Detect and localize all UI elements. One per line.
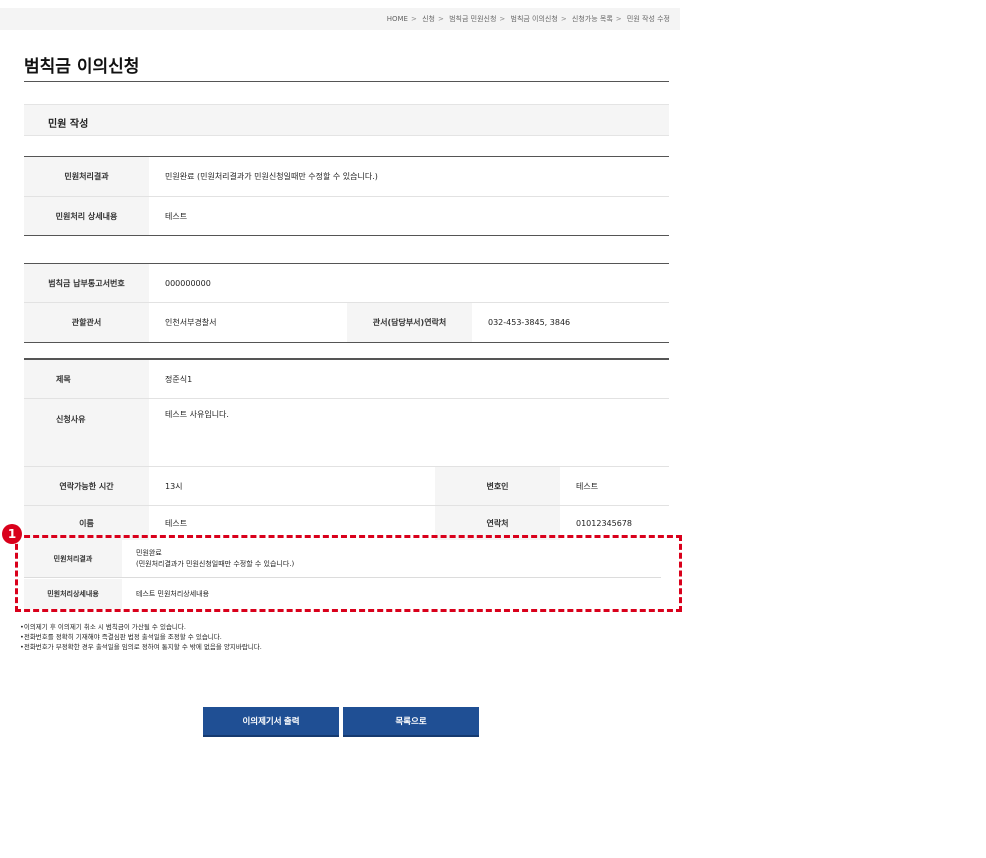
result-label: 민원처리결과 (24, 157, 149, 196)
reason-value: 테스트 사유입니다. (165, 410, 229, 419)
lawyer-label: 변호인 (435, 467, 560, 505)
lawyer-value: 테스트 (576, 481, 599, 491)
title-divider (24, 81, 669, 82)
result-value: 민원완료 (민원처리결과가 민원신청일때만 수정할 수 있습니다.) (165, 172, 378, 181)
contact-time-label: 연락가능한 시간 (24, 467, 149, 505)
breadcrumb-item[interactable]: 신청가능 목록 (572, 15, 613, 23)
office-value: 인천서부경찰서 (165, 318, 217, 327)
apply-table: 제목 정준식1 신청사유 테스트 사유입니다. 연락가능한 시간 13시 변호인… (24, 358, 669, 540)
list-item: •이의제기 후 이의제기 취소 시 범칙금이 가산될 수 있습니다. (20, 623, 186, 631)
notice-number-label: 범칙금 납부통고서번호 (24, 264, 149, 302)
office-label: 관할관서 (24, 303, 149, 342)
back-to-list-button[interactable]: 목록으로 (343, 707, 479, 737)
breadcrumb-item[interactable]: 범칙금 이의신청 (511, 15, 558, 23)
table-row: 제목 정준식1 (24, 360, 669, 399)
contact-value: 032-453-3845, 3846 (488, 318, 571, 327)
detail-label: 민원처리 상세내용 (24, 197, 149, 235)
list-item: •전화번호가 부정확한 경우 출석일을 임의로 정하여 통지할 수 밖에 없음을… (20, 643, 262, 651)
table-row: 신청사유 테스트 사유입니다. (24, 399, 669, 467)
notice-table: 범칙금 납부통고서번호 000000000 관할관서 인천서부경찰서 관서(담당… (24, 263, 669, 343)
notice-list: •이의제기 후 이의제기 취소 시 범칙금이 가산될 수 있습니다. •전화번호… (20, 622, 262, 652)
breadcrumb-current: 민원 작성 수정 (626, 15, 670, 23)
page-title: 범칙금 이의신청 (24, 57, 140, 77)
section-title: 민원 작성 (24, 104, 669, 136)
reason-label: 신청사유 (24, 399, 149, 466)
breadcrumb-item[interactable]: 범칙금 민원신청 (449, 15, 496, 23)
subject-label: 제목 (24, 360, 149, 398)
contact-time-value: 13시 (165, 481, 183, 491)
highlight-box (15, 535, 682, 612)
table-row: 민원처리 상세내용 테스트 (24, 197, 669, 235)
list-item: •전화번호를 정확히 기재해야 즉결심판 법정 출석일을 조정할 수 있습니다. (20, 633, 222, 641)
notice-number-value: 000000000 (165, 278, 211, 288)
breadcrumb-home[interactable]: HOME (387, 15, 408, 23)
subject-value: 정준식1 (165, 374, 193, 384)
breadcrumb: HOME > 신청 > 범칙금 민원신청 > 범칙금 이의신청 > 신청가능 목록 > 민… (0, 8, 680, 30)
table-row: 관할관서 인천서부경찰서 관서(담당부서)연락처 032-453-3845, 3… (24, 303, 669, 342)
print-objection-button[interactable]: 이의제기서 출력 (203, 707, 339, 737)
table-row: 범칙금 납부통고서번호 000000000 (24, 264, 669, 303)
table-row: 민원처리결과 민원완료 (민원처리결과가 민원신청일때만 수정할 수 있습니다.… (24, 157, 669, 197)
table-row: 연락가능한 시간 13시 변호인 테스트 (24, 467, 669, 506)
result-table: 민원처리결과 민원완료 (민원처리결과가 민원신청일때만 수정할 수 있습니다.… (24, 156, 669, 236)
detail-value: 테스트 (165, 211, 188, 221)
annotation-badge: 1 (2, 524, 22, 544)
breadcrumb-item[interactable]: 신청 (422, 15, 435, 23)
contact-label: 관서(담당부서)연락처 (347, 303, 472, 342)
